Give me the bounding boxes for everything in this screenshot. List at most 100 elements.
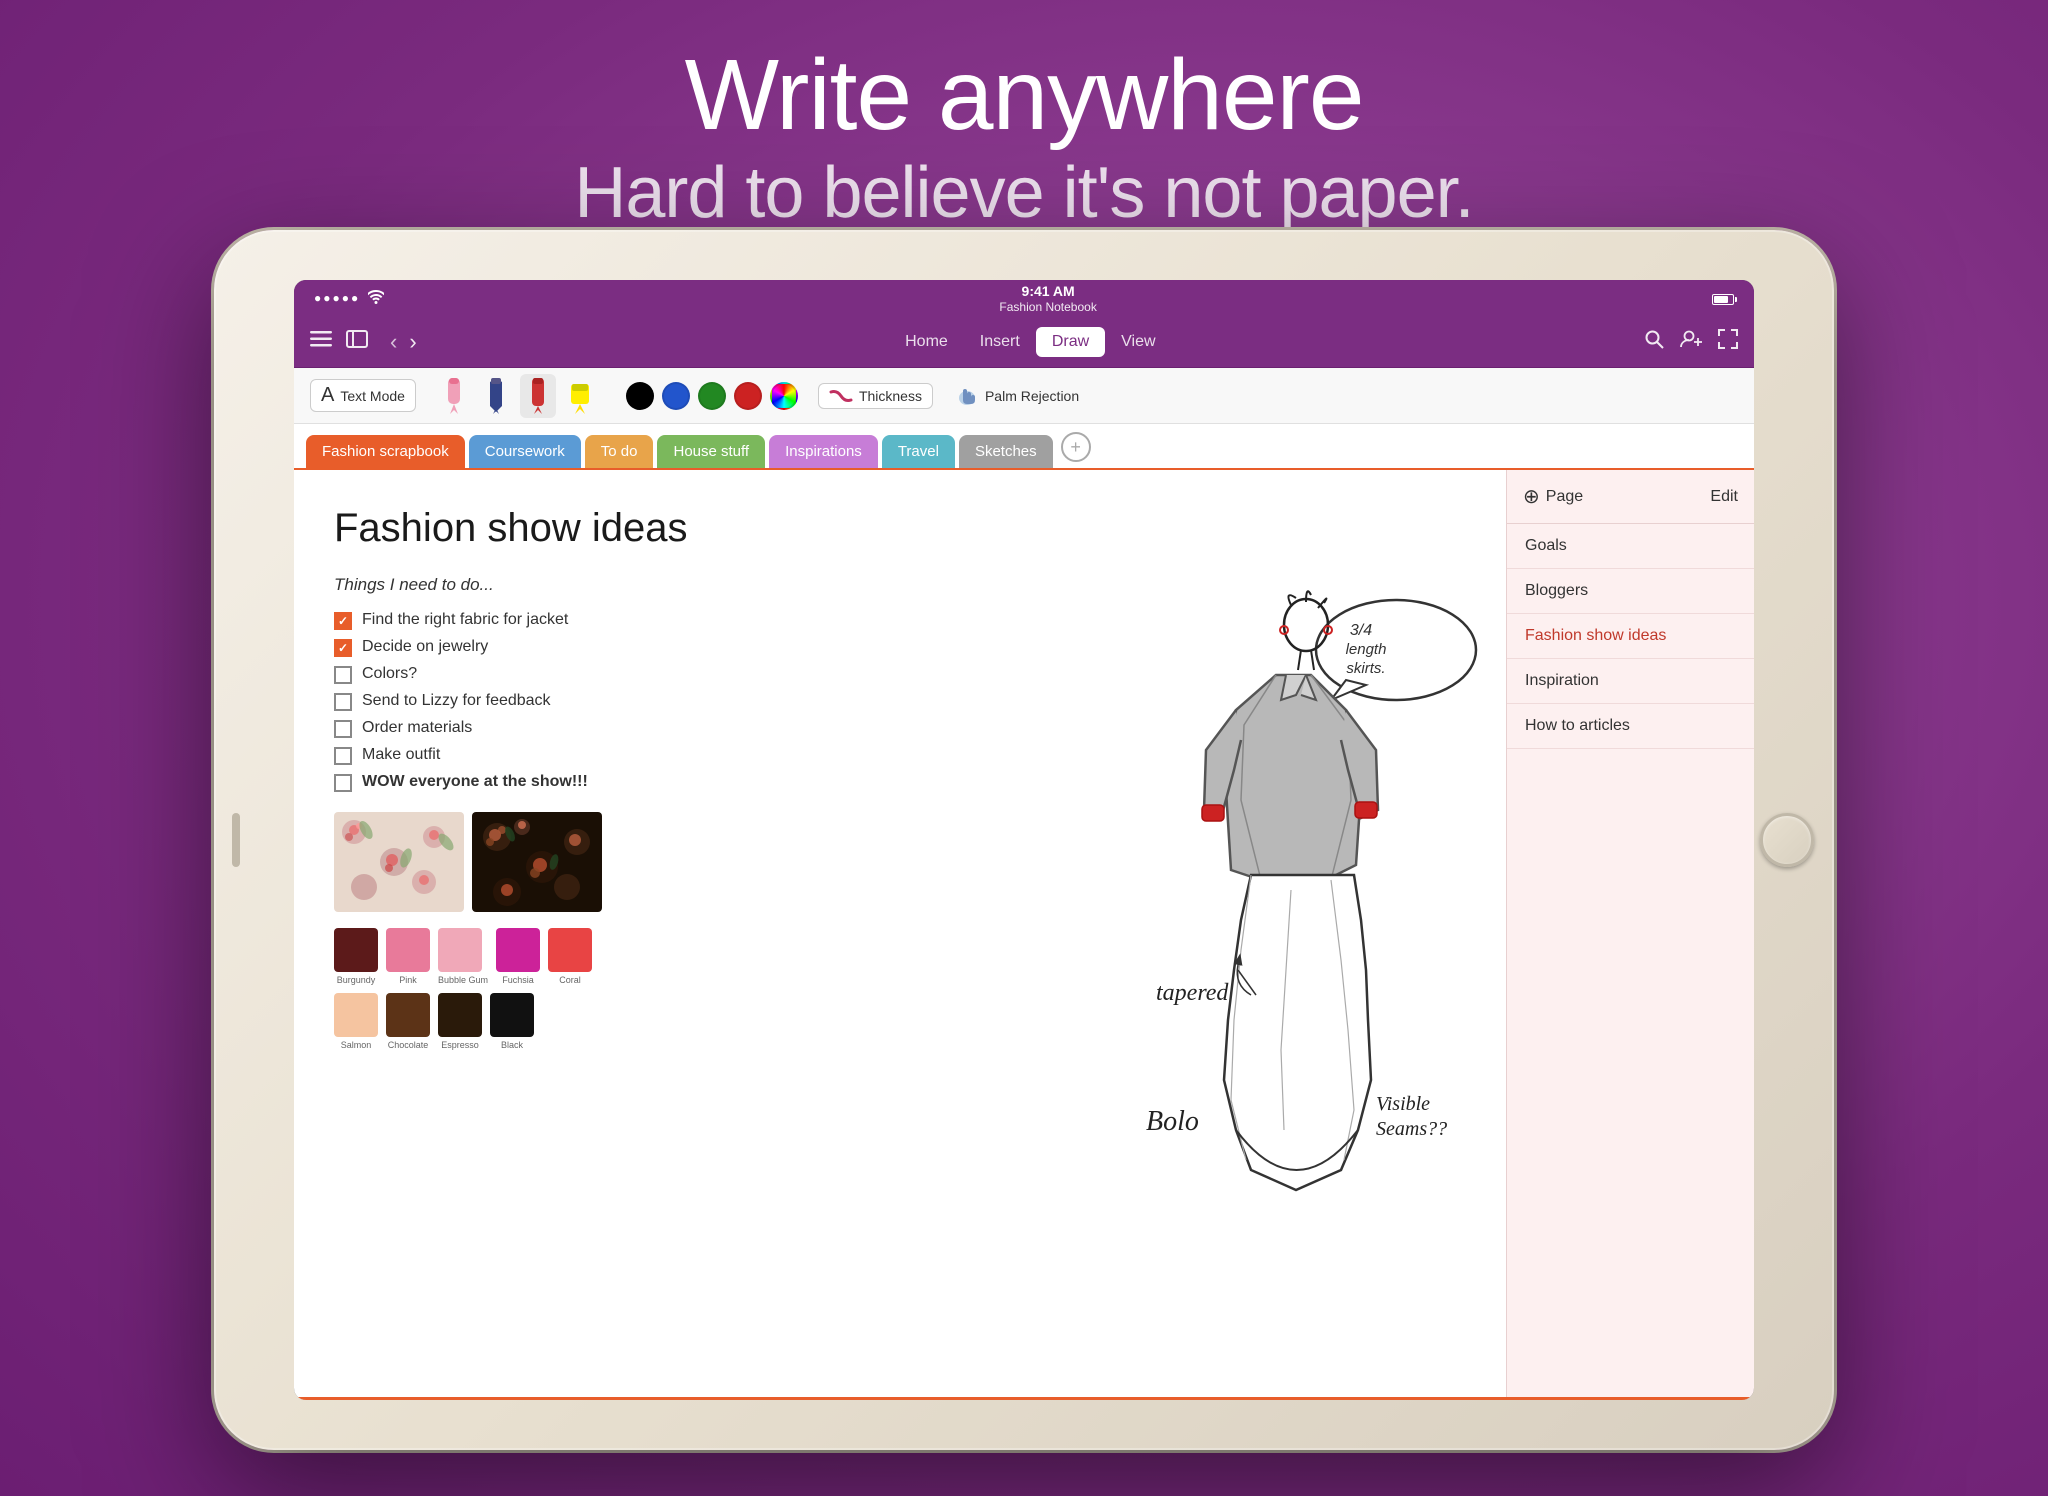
add-user-icon[interactable] <box>1680 330 1702 354</box>
color-red[interactable] <box>734 382 762 410</box>
text-mode-button[interactable]: A Text Mode <box>310 379 416 412</box>
toolbar-right <box>1644 329 1738 355</box>
todo-text-4: Send to Lizzy for feedback <box>362 692 551 710</box>
palm-rejection-label: Palm Rejection <box>985 388 1079 404</box>
signal-dots: ●●●●● <box>314 291 360 305</box>
text-mode-label: Text Mode <box>340 388 405 404</box>
checkbox-5[interactable] <box>334 720 352 738</box>
pen-tools <box>436 374 598 418</box>
back-icon[interactable]: ‹ <box>390 329 397 355</box>
battery-icon <box>1712 290 1734 306</box>
swatch-bubblegum: Bubble Gum <box>438 928 488 985</box>
svg-text:Seams??: Seams?? <box>1376 1118 1447 1140</box>
sidebar-item-bloggers[interactable]: Bloggers <box>1507 569 1754 614</box>
color-picker[interactable] <box>770 382 798 410</box>
todo-text-3: Colors? <box>362 665 417 683</box>
tab-sketches[interactable]: Sketches <box>959 435 1053 468</box>
thickness-button[interactable]: Thickness <box>818 383 933 409</box>
blue-pen-tool[interactable] <box>478 374 514 418</box>
checkbox-6[interactable] <box>334 747 352 765</box>
page-content: Fashion show ideas Things I need to do..… <box>294 470 1506 1400</box>
fabric-image-2 <box>472 812 602 912</box>
menu-insert[interactable]: Insert <box>964 327 1036 357</box>
fashion-sketch: 3/4 length skirts. <box>1076 570 1496 1250</box>
hero-section: Write anywhere Hard to believe it's not … <box>0 0 2048 236</box>
swatch-espresso: Espresso <box>438 993 482 1050</box>
page-label: Page <box>1546 488 1583 506</box>
volume-button <box>232 813 240 867</box>
swatch-fuchsia: Fuchsia <box>496 928 540 985</box>
checkbox-4[interactable] <box>334 693 352 711</box>
edit-button[interactable]: Edit <box>1710 488 1738 506</box>
text-mode-a-icon: A <box>321 384 334 407</box>
color-black[interactable] <box>626 382 654 410</box>
fabric-image-1 <box>334 812 464 912</box>
draw-toolbar: A Text Mode <box>294 368 1754 424</box>
svg-text:Bolo: Bolo <box>1146 1106 1199 1137</box>
tab-todo[interactable]: To do <box>585 435 654 468</box>
hamburger-icon[interactable] <box>310 330 332 353</box>
status-right <box>1712 290 1734 306</box>
swatch-burgundy: Burgundy <box>334 928 378 985</box>
todo-text-5: Order materials <box>362 719 472 737</box>
svg-text:Visible: Visible <box>1376 1093 1430 1115</box>
thickness-label: Thickness <box>859 388 922 404</box>
swatch-pink: Pink <box>386 928 430 985</box>
add-tab-button[interactable]: + <box>1061 432 1091 462</box>
yellow-highlighter-tool[interactable] <box>562 374 598 418</box>
color-blue[interactable] <box>662 382 690 410</box>
menu-draw[interactable]: Draw <box>1036 327 1105 357</box>
todo-text-2: Decide on jewelry <box>362 638 488 656</box>
sidebar: ⊕ Page Edit Goals Bloggers Fashion show … <box>1506 470 1754 1400</box>
menu-bar: Home Insert Draw View <box>889 327 1171 357</box>
toolbar-left: ‹ › <box>310 329 417 355</box>
main-content: Fashion show ideas Things I need to do..… <box>294 470 1754 1400</box>
todo-text-7: WOW everyone at the show!!! <box>362 773 588 791</box>
sidebar-item-fashion-show-ideas[interactable]: Fashion show ideas <box>1507 614 1754 659</box>
swatch-coral: Coral <box>548 928 592 985</box>
sidebar-item-goals[interactable]: Goals <box>1507 524 1754 569</box>
fullscreen-icon[interactable] <box>1718 329 1738 355</box>
tab-fashion-scrapbook[interactable]: Fashion scrapbook <box>306 435 465 468</box>
tabs-bar: Fashion scrapbook Coursework To do House… <box>294 424 1754 470</box>
add-page-icon: ⊕ <box>1523 484 1540 509</box>
hero-subtitle: Hard to believe it's not paper. <box>0 150 2048 236</box>
notebook-name: Fashion Notebook <box>999 300 1096 314</box>
sidebar-icon[interactable] <box>346 330 368 354</box>
page-add-button[interactable]: ⊕ Page <box>1523 484 1583 509</box>
tab-inspirations[interactable]: Inspirations <box>769 435 878 468</box>
forward-icon[interactable]: › <box>409 329 416 355</box>
sidebar-header: ⊕ Page Edit <box>1507 470 1754 524</box>
color-green[interactable] <box>698 382 726 410</box>
tab-housestuff[interactable]: House stuff <box>657 435 765 468</box>
home-button[interactable] <box>1760 813 1814 867</box>
sidebar-item-inspiration[interactable]: Inspiration <box>1507 659 1754 704</box>
red-marker-tool[interactable] <box>520 374 556 418</box>
palm-rejection-button[interactable]: Palm Rejection <box>945 380 1089 412</box>
svg-text:length: length <box>1346 641 1387 658</box>
checkbox-1[interactable] <box>334 612 352 630</box>
menu-view[interactable]: View <box>1105 327 1171 357</box>
tab-travel[interactable]: Travel <box>882 435 955 468</box>
ipad-device: ●●●●● 9:41 AM Fashion Notebook <box>214 230 1834 1450</box>
status-left: ●●●●● <box>314 290 384 307</box>
todo-text-6: Make outfit <box>362 746 440 764</box>
svg-text:skirts.: skirts. <box>1346 660 1385 677</box>
checkbox-3[interactable] <box>334 666 352 684</box>
todo-text-1: Find the right fabric for jacket <box>362 611 568 629</box>
tab-coursework[interactable]: Coursework <box>469 435 581 468</box>
main-toolbar: ‹ › Home Insert Draw View <box>294 316 1754 368</box>
nav-buttons: ‹ › <box>390 329 417 355</box>
search-icon[interactable] <box>1644 329 1664 355</box>
checkbox-2[interactable] <box>334 639 352 657</box>
pink-brush-tool[interactable] <box>436 374 472 418</box>
sidebar-item-how-to[interactable]: How to articles <box>1507 704 1754 749</box>
status-bar: ●●●●● 9:41 AM Fashion Notebook <box>294 280 1754 316</box>
page-title: Fashion show ideas <box>334 506 1466 551</box>
checkbox-7[interactable] <box>334 774 352 792</box>
menu-home[interactable]: Home <box>889 327 964 357</box>
svg-text:3/4: 3/4 <box>1350 622 1372 639</box>
swatch-chocolate: Chocolate <box>386 993 430 1050</box>
svg-text:tapered: tapered <box>1156 980 1229 1006</box>
status-center: 9:41 AM Fashion Notebook <box>999 283 1096 314</box>
